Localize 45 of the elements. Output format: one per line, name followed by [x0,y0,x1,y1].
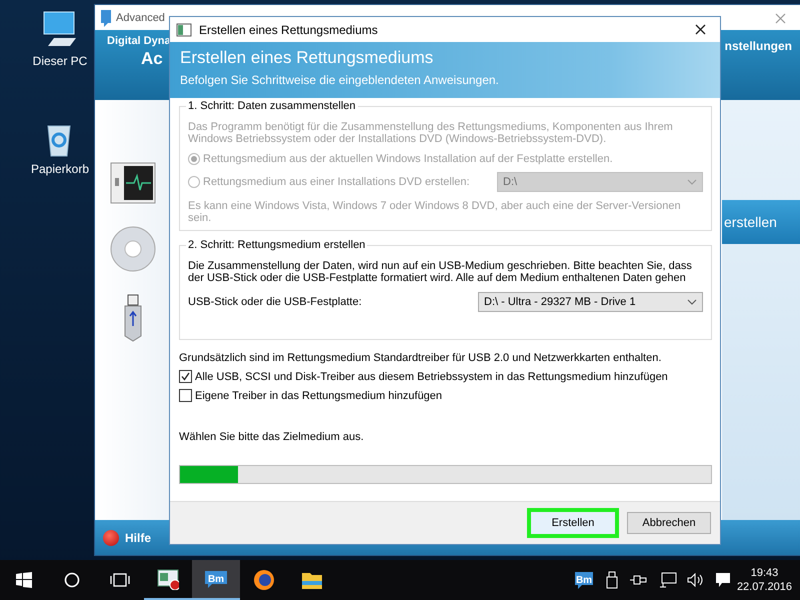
window-icon [176,22,192,36]
dialog-subheading: Befolgen Sie Schrittweise die eingeblendeten Anweisungen. [180,73,500,87]
close-icon[interactable] [695,24,706,35]
help-link[interactable]: Hilfe [125,530,152,544]
usb-icon[interactable] [604,571,619,589]
step-description: Das Programm benötigt für die Zusammenstellung des Rettungsmediums, Komponenten aus Ihrem Windows Betriebssystem oder der Installations DVD (Windows-Betriebssystem-DVD). [188,121,674,145]
window-title: Advanced [116,12,165,24]
notification-icon[interactable] [714,572,731,588]
speaker-icon[interactable] [686,573,705,587]
desktop-icon-label[interactable]: Papierkorb [30,162,90,176]
step-note: Es kann eine Windows Vista, Windows 7 oder Windows 8 DVD, aber auch eine der Server-Versionen sein. [188,200,682,224]
clock[interactable]: 19:43 22.07.2016 [736,567,800,593]
speech-bubble-icon: Bm [203,568,229,590]
windows-start-icon[interactable] [16,572,32,588]
checkbox-label[interactable]: Alle USB, SCSI und Disk-Treiber aus diesem Betriebssystem in das Rettungsmedium hinzufügen [195,370,668,382]
info-text: Grundsätzlich sind im Rettungsmedium Standardtreiber für USB 2.0 und Netzwerkkarten enthalten. [179,352,662,364]
checkbox[interactable] [179,370,192,383]
chevron-icon [687,299,697,305]
circle-icon[interactable] [64,572,80,588]
product-title: Ac [140,49,164,69]
settings-link[interactable]: nstellungen [724,30,800,100]
dialog-button[interactable]: Erstellen [527,508,619,538]
status-text: Wählen Sie bitte das Zielmedium aus. [179,431,365,443]
monitor-icon [157,568,179,590]
group-legend: 1. Schritt: Daten zusammenstellen [186,100,358,112]
chevron-icon [687,179,697,186]
drive-label: USB-Stick oder die USB-Festplatte: [188,296,362,308]
checkbox-label[interactable]: Eigene Treiber in das Rettungsmedium hinzufügen [195,390,442,402]
task-view-icon[interactable] [110,573,130,587]
desktop-icon-label[interactable]: Dieser PC [32,54,88,68]
dialog-heading: Erstellen eines Rettungsmediums [180,48,434,68]
browser-icon [253,569,275,591]
dialog-button[interactable]: Abbrechen [627,512,711,534]
dialog-title: Erstellen eines Rettungsmediums [199,22,378,36]
radio-label: Rettungsmedium aus einer Installations DVD erstellen: [203,176,470,188]
radio-label: Rettungsmedium aus der aktuellen Windows Installation auf der Festplatte erstellen. [203,152,613,165]
create-button[interactable]: erstellen [722,200,800,244]
step-description: Die Zusammenstellung der Daten, wird nun auf ein USB-Medium geschrieben. Bitte beachten Sie, dass der USB-Stick oder die USB-Festplatte formatiert wird. Alle auf dem Medium enthaltenen Daten gehen [188,260,693,284]
group-legend: 2. Schritt: Rettungsmedium erstellen [186,239,368,251]
usb-stick-icon[interactable] [122,294,144,342]
heart-monitor-icon[interactable] [110,162,156,204]
plug-icon[interactable] [628,573,649,587]
network-icon[interactable] [658,572,677,588]
drive-dropdown[interactable]: D:\ - Ultra - 29327 MB - Drive 1 [478,292,703,312]
checkbox[interactable] [179,389,192,402]
